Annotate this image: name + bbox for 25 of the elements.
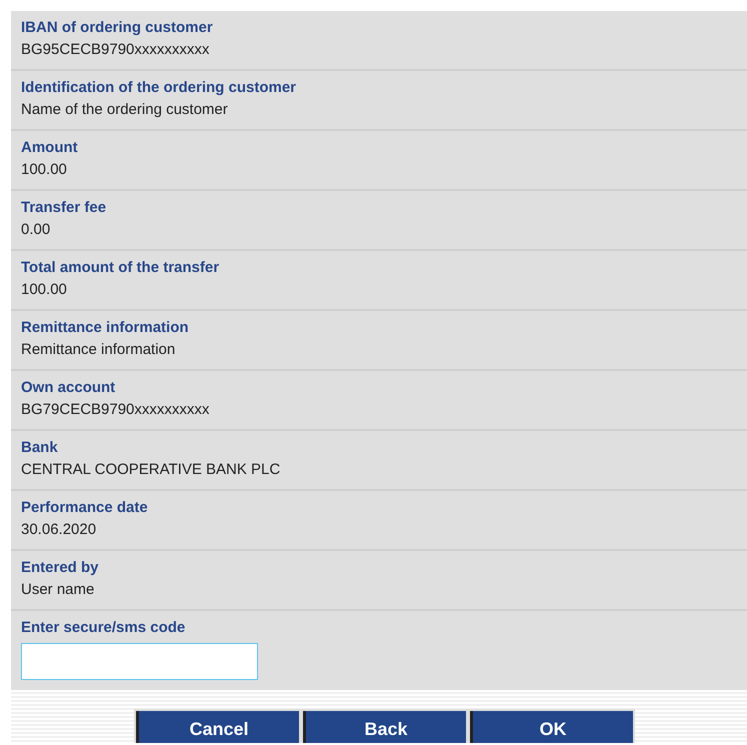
back-button[interactable]: Back [303, 711, 466, 743]
field-value: BG79CECB9790xxxxxxxxxx [21, 400, 210, 420]
field-value: Remittance information [21, 340, 176, 360]
field-value: 0.00 [21, 220, 50, 240]
field-label: Own account [21, 378, 116, 398]
field-label: Amount [21, 138, 78, 158]
field-label: Bank [21, 438, 58, 458]
field-value: 100.00 [21, 160, 67, 180]
field-value: CENTRAL COOPERATIVE BANK PLC [21, 460, 280, 480]
field-value: 30.06.2020 [21, 520, 96, 540]
field-label: Transfer fee [21, 198, 106, 218]
field-label: Performance date [21, 498, 148, 518]
field-label: Identification of the ordering customer [21, 78, 296, 98]
code-input-field[interactable] [21, 643, 258, 680]
field-label: Total amount of the transfer [21, 258, 220, 278]
cancel-button[interactable]: Cancel [136, 711, 299, 743]
field-value: BG95CECB9790xxxxxxxxxx [21, 40, 210, 60]
field-label: Entered by [21, 558, 99, 578]
field-value: Name of the ordering customer [21, 100, 228, 120]
field-label: Enter secure/sms code [21, 618, 186, 638]
field-label: Remittance information [21, 318, 189, 338]
field-value: 100.00 [21, 280, 67, 300]
ok-button[interactable]: OK [470, 711, 633, 743]
field-value: User name [21, 580, 94, 600]
field-label: IBAN of ordering customer [21, 18, 213, 38]
